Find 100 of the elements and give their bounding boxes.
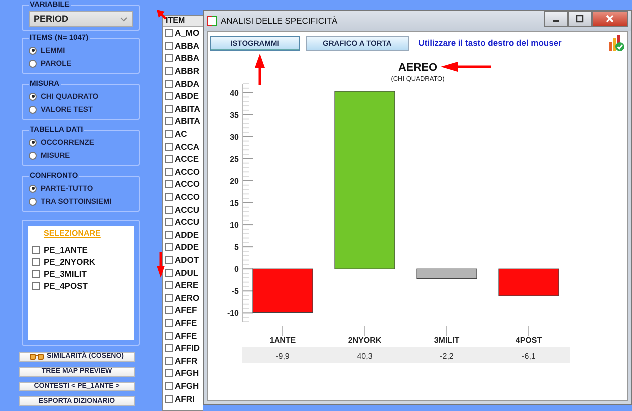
annotation-arrow: [157, 252, 165, 278]
item-label[interactable]: ADDE: [175, 242, 200, 252]
checkbox-label[interactable]: PE_3MILIT: [44, 269, 87, 279]
item-label[interactable]: ABITA: [175, 104, 200, 114]
radio-button[interactable]: [29, 46, 37, 54]
checkbox[interactable]: [165, 394, 173, 403]
category-label: 2NYORK: [348, 336, 382, 345]
bar: [498, 268, 560, 296]
close-button[interactable]: [592, 11, 628, 27]
chart-title: AEREO: [398, 62, 438, 74]
item-label[interactable]: AERO: [175, 292, 200, 303]
item-label[interactable]: ACCO: [175, 166, 200, 177]
checkbox[interactable]: [165, 369, 173, 378]
radio-button[interactable]: [29, 60, 37, 68]
checkbox[interactable]: [165, 29, 173, 38]
item-label[interactable]: AC: [175, 129, 188, 140]
checkbox[interactable]: [165, 180, 173, 188]
radio-button[interactable]: [29, 138, 37, 146]
checkbox[interactable]: [165, 318, 173, 327]
item-label[interactable]: AFRI: [175, 394, 195, 404]
checkbox-label[interactable]: PE_1ANTE: [44, 245, 88, 255]
item-label[interactable]: ABDE: [175, 91, 200, 102]
checkbox[interactable]: [165, 243, 173, 252]
item-label[interactable]: AFFR: [175, 356, 198, 366]
item-label[interactable]: ABDA: [175, 78, 200, 89]
radio-button[interactable]: [29, 152, 37, 160]
item-label[interactable]: ACCO: [175, 179, 200, 190]
radio-button[interactable]: [29, 184, 37, 192]
item-label[interactable]: AFFE: [175, 318, 198, 328]
checkbox[interactable]: [165, 130, 173, 138]
minimize-button[interactable]: [544, 11, 568, 27]
checkbox[interactable]: [165, 230, 173, 239]
item-label[interactable]: ACCU: [175, 204, 200, 215]
tick-label: 15: [230, 199, 239, 208]
annotation-arrow: [157, 10, 167, 20]
maximize-button[interactable]: [568, 11, 592, 27]
chevron-icon: [120, 16, 128, 22]
checkbox[interactable]: [165, 117, 173, 126]
app-icon: [207, 16, 217, 26]
column-header: ITEM: [163, 16, 203, 27]
tick-label: 5: [234, 243, 239, 252]
checkbox[interactable]: [165, 256, 173, 264]
radio-button[interactable]: [29, 92, 37, 100]
checkbox[interactable]: [165, 168, 173, 176]
item-label[interactable]: A_MO: [175, 28, 200, 38]
tick-label: 30: [230, 132, 239, 142]
item-label[interactable]: AFFE: [175, 330, 198, 341]
radio-button[interactable]: [29, 198, 37, 206]
checkbox[interactable]: [165, 67, 173, 76]
checkbox[interactable]: [165, 193, 173, 202]
item-label[interactable]: AFFID: [175, 343, 200, 354]
checkbox[interactable]: [165, 92, 173, 100]
item-label[interactable]: ABITA: [175, 116, 200, 126]
checkbox[interactable]: [165, 356, 173, 365]
item-label[interactable]: ABBR: [175, 66, 200, 76]
bar: [416, 268, 478, 280]
item-label[interactable]: ACCO: [175, 192, 200, 202]
radio-button[interactable]: [29, 106, 37, 114]
item-label[interactable]: AFEF: [175, 305, 198, 316]
checkbox[interactable]: [165, 218, 173, 226]
checkbox[interactable]: [32, 258, 40, 266]
checkbox[interactable]: [32, 270, 40, 278]
checkbox[interactable]: [165, 281, 173, 290]
checkbox-label[interactable]: PE_4POST: [44, 281, 88, 291]
checkbox[interactable]: [165, 104, 173, 113]
item-label[interactable]: ADUL: [175, 268, 199, 278]
checkbox[interactable]: [165, 306, 173, 314]
checkbox[interactable]: [165, 54, 173, 62]
value-label: 40,3: [357, 352, 373, 361]
period-dropdown[interactable]: PERIOD: [29, 11, 133, 27]
hint-text: Utilizzare il tasto destro del mouser: [418, 38, 562, 48]
checkbox-label[interactable]: PE_2NYORK: [44, 257, 96, 267]
item-label[interactable]: ACCU: [175, 217, 200, 228]
checkbox[interactable]: [165, 268, 173, 277]
tick-label: 0: [234, 265, 239, 274]
checkbox[interactable]: [165, 206, 173, 214]
checkbox[interactable]: [32, 282, 40, 290]
checkbox[interactable]: [165, 382, 173, 390]
chart-check-icon[interactable]: [607, 34, 625, 52]
item-label[interactable]: AFGH: [175, 380, 200, 391]
value-label: -6,1: [522, 352, 536, 361]
checkbox[interactable]: [165, 155, 173, 164]
checkbox[interactable]: [165, 42, 173, 50]
checkbox[interactable]: [165, 344, 173, 352]
item-label[interactable]: ACCA: [175, 142, 200, 152]
checkbox[interactable]: [165, 294, 173, 302]
item-label[interactable]: ACCE: [175, 154, 200, 164]
item-label[interactable]: AFGH: [175, 368, 200, 378]
item-label[interactable]: ABBA: [175, 40, 200, 51]
checkbox[interactable]: [165, 332, 173, 340]
item-label[interactable]: ABBA: [175, 53, 200, 64]
item-label[interactable]: ADDE: [175, 230, 200, 240]
item-label[interactable]: AERE: [175, 280, 199, 290]
value-label: -9,9: [276, 352, 290, 361]
item-label[interactable]: ADOT: [175, 254, 200, 265]
checkbox[interactable]: [165, 80, 173, 88]
annotation-arrow: [255, 54, 265, 85]
list-header: SELEZIONARE: [44, 229, 101, 238]
checkbox[interactable]: [32, 246, 40, 254]
checkbox[interactable]: [165, 142, 173, 151]
